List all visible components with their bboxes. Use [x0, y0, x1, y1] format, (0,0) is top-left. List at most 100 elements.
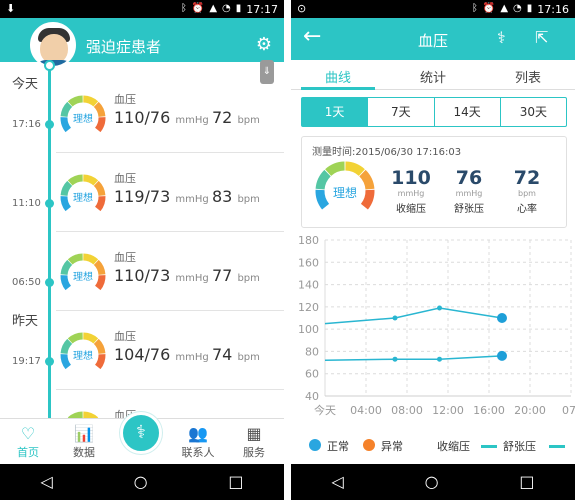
gauge-segment	[359, 169, 375, 190]
tab-services[interactable]: ▦ 服务	[226, 419, 282, 465]
tab-data[interactable]: 📊 数据	[56, 419, 112, 465]
heart-rate-label: 心率	[517, 204, 537, 215]
x-tick-label: 20:00	[514, 404, 546, 417]
gauge-segment	[82, 174, 99, 186]
gauge-segment	[67, 253, 84, 265]
y-tick-label: 160	[298, 256, 319, 269]
bp-record-item[interactable]: 理想 血压 110/73 mmHg 77 bpm	[56, 235, 284, 311]
bluetooth-icon: ᛒ	[180, 3, 187, 14]
signal-icon: ▲	[209, 3, 218, 14]
gauge-segment	[94, 354, 106, 370]
gear-icon[interactable]: ⚙	[256, 34, 272, 55]
data-point[interactable]	[392, 315, 398, 321]
alarm-icon: ⏰	[482, 3, 496, 14]
heart-rate-unit: bpm	[518, 189, 536, 198]
diastolic-label: 舒张压	[454, 204, 484, 215]
record-bp: 104/76 mmHg	[114, 345, 209, 364]
day-header: 今天	[12, 72, 39, 93]
heart-rate-block: 72 bpm 心率	[502, 167, 552, 215]
download-icon: ⬇	[6, 2, 16, 15]
period-14-days[interactable]: 14天	[433, 98, 500, 126]
record-type: 血压	[114, 93, 136, 106]
data-point[interactable]	[497, 350, 507, 361]
bp-line-chart[interactable]: 今天 04:00 08:00 12:00 16:00 20:00 07- 40 60 80 100 1…	[291, 232, 575, 426]
bar-chart-icon: 📊	[74, 424, 94, 443]
tab-contacts[interactable]: 👥 联系人	[170, 419, 226, 465]
wifi-icon: ◔	[222, 3, 231, 14]
back-nav-icon[interactable]: ◁	[331, 474, 343, 490]
wifi-icon: ◔	[513, 3, 522, 14]
bp-gauge-icon: 理想	[60, 174, 106, 212]
tab-home[interactable]: ♡ 首页	[0, 419, 56, 465]
period-1-day[interactable]: 1天	[302, 98, 368, 126]
tab-statistics[interactable]: 统计	[386, 67, 480, 86]
bp-record-item[interactable]: 理想 血压 119/73 mmHg 83 bpm	[56, 156, 284, 232]
battery-icon: ▮	[526, 3, 533, 14]
system-nav-bar: ◁ ○ □	[0, 464, 284, 500]
timeline-start-dot	[44, 60, 55, 71]
active-tab-indicator	[301, 87, 375, 90]
period-7-days[interactable]: 7天	[367, 98, 433, 126]
gauge-segment	[93, 180, 106, 197]
gauge-segment	[67, 174, 84, 186]
gauge-label: 理想	[73, 270, 93, 283]
gauge-label: 理想	[73, 112, 93, 125]
gauge-segment	[82, 332, 99, 344]
record-bp: 110/76 mmHg	[114, 108, 209, 127]
y-tick-label: 100	[298, 323, 319, 336]
bp-chart-svg: 今天 04:00 08:00 12:00 16:00 20:00 07- 40 60 80 100 1…	[298, 234, 575, 417]
gauge-segment	[94, 117, 106, 133]
record-time: 19:17	[12, 356, 41, 367]
share-icon[interactable]: ⇱	[535, 28, 548, 47]
heart-icon: ♡	[20, 424, 36, 443]
tab-curve[interactable]: 曲线	[291, 67, 385, 86]
diastolic-value: 76	[455, 167, 483, 189]
bluetooth-icon: ᛒ	[471, 3, 478, 14]
y-tick-label: 60	[305, 368, 319, 381]
stethoscope-icon[interactable]: ⚕	[497, 28, 506, 47]
bp-gauge-icon: 理想	[60, 332, 106, 370]
latest-measurement-card: 测量时间:2015/06/30 17:16:03 理想 110 mmHg 收缩压…	[301, 136, 567, 228]
record-type: 血压	[114, 172, 136, 185]
back-nav-icon[interactable]: ◁	[40, 474, 52, 490]
data-point[interactable]	[392, 356, 398, 362]
tab-list[interactable]: 列表	[481, 67, 575, 86]
gauge-label: 理想	[73, 191, 93, 204]
record-heart-rate: 83 bpm	[212, 187, 260, 206]
home-nav-icon[interactable]: ○	[134, 474, 148, 490]
systolic-block: 110 mmHg 收缩压	[386, 167, 436, 215]
gauge-label: 理想	[73, 349, 93, 362]
data-point[interactable]	[437, 305, 442, 311]
home-nav-icon[interactable]: ○	[425, 474, 439, 490]
bp-record-item[interactable]: 理想 血压 110/76 mmHg 72 bpm	[56, 77, 284, 153]
record-bp: 110/73 mmHg	[114, 266, 209, 285]
x-tick-label: 12:00	[432, 404, 464, 417]
page-header: ← 血压 ⚕ ⇱	[291, 18, 575, 60]
gauge-segment	[60, 196, 72, 212]
bp-record-item[interactable]: 理想 血压 104/76 mmHg 74 bpm	[56, 314, 284, 390]
record-type: 血压	[114, 330, 136, 343]
gauge-segment	[94, 196, 106, 212]
blood-pressure-screen: ⊙ ᛒ ⏰ ▲ ◔ ▮ 17:16 ← 血压 ⚕ ⇱ 曲线 统计 列表 1天 7…	[291, 0, 575, 500]
recent-nav-icon[interactable]: □	[519, 474, 534, 490]
gauge-segment	[60, 117, 72, 133]
stethoscope-icon: ⚕	[136, 422, 146, 443]
timeline-dot	[45, 278, 54, 287]
contacts-icon: 👥	[188, 424, 208, 443]
status-time: 17:17	[246, 2, 278, 16]
heart-rate-value: 72	[513, 167, 541, 189]
gauge-segment	[315, 169, 331, 190]
status-time: 17:16	[537, 2, 569, 16]
gauge-label: 理想	[333, 185, 357, 200]
gauge-segment	[60, 275, 72, 291]
data-point[interactable]	[437, 356, 442, 362]
series-line	[324, 355, 503, 362]
period-30-days[interactable]: 30天	[499, 98, 566, 126]
gauge-segment	[345, 161, 365, 177]
record-bp: 119/73 mmHg	[114, 187, 209, 206]
recent-nav-icon[interactable]: □	[228, 474, 243, 490]
data-point[interactable]	[497, 313, 507, 323]
measure-button[interactable]: ⚕	[120, 412, 162, 454]
period-selector: 1天 7天 14天 30天	[301, 97, 567, 127]
chart-legend: 正常 异常 收缩压 舒张压	[291, 436, 575, 456]
